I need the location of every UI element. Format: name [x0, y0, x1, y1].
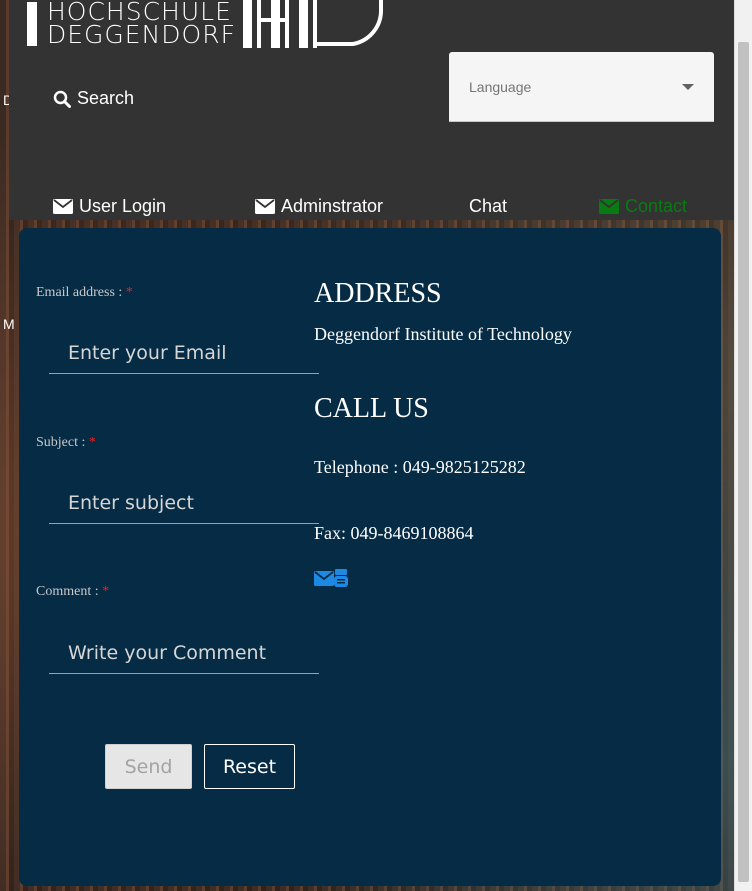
comment-label: Comment : * [36, 584, 109, 600]
dropdown-caret-icon [682, 84, 694, 90]
language-placeholder: Language [469, 79, 532, 95]
email-label: Email address : * [36, 285, 133, 301]
social-links [314, 568, 348, 588]
nav-label: Contact [625, 196, 688, 216]
nav-administrator[interactable]: Adminstrator [255, 196, 383, 217]
send-button[interactable]: Send [105, 744, 192, 789]
envelope-icon [53, 199, 73, 214]
required-marker: * [102, 584, 110, 599]
logo-line-2: DEGGENDORF [47, 20, 236, 49]
address-line: Deggendorf Institute of Technology [314, 324, 572, 344]
youtube-icon[interactable] [334, 568, 348, 588]
envelope-icon[interactable] [314, 570, 334, 586]
nav-contact[interactable]: Contact [599, 196, 687, 217]
page-scrollbar[interactable] [734, 0, 752, 891]
required-marker: * [88, 435, 96, 450]
language-select[interactable]: Language [449, 52, 714, 122]
nav-label: Adminstrator [281, 196, 384, 216]
email-label-text: Email address : [36, 285, 126, 300]
call-us-heading: CALL US [314, 393, 429, 424]
nav-user-login[interactable]: User Login [53, 196, 166, 217]
envelope-icon [255, 199, 275, 214]
reset-button[interactable]: Reset [204, 744, 295, 789]
email-field[interactable] [49, 332, 319, 374]
nav-label: Chat [469, 196, 508, 216]
university-logo[interactable]: HOCHSCHULE DEGGENDORF [27, 0, 387, 48]
contact-panel: Email address : * Subject : * Comment : … [19, 228, 721, 886]
side-text-fragment: M [3, 316, 15, 332]
logo-wordmark: HOCHSCHULE DEGGENDORF [27, 0, 236, 49]
site-header: HOCHSCHULE DEGGENDORF Search Language Us… [9, 0, 734, 220]
subject-field[interactable] [49, 482, 319, 524]
envelope-icon [599, 199, 619, 214]
scrollbar-thumb[interactable] [738, 42, 749, 882]
search-button[interactable]: Search [53, 88, 134, 109]
search-icon [53, 90, 71, 108]
fax-number: Fax: 049-8469108864 [314, 523, 474, 543]
search-label: Search [77, 88, 135, 108]
required-marker: * [125, 285, 133, 300]
logo-mark-icon [243, 0, 383, 48]
telephone-number: Telephone : 049-9825125282 [314, 457, 526, 477]
subject-label: Subject : * [36, 435, 96, 451]
subject-label-text: Subject : [36, 435, 89, 450]
nav-label: User Login [79, 196, 167, 216]
address-heading: ADDRESS [314, 278, 442, 309]
comment-label-text: Comment : [36, 584, 103, 599]
comment-field[interactable] [49, 632, 319, 674]
nav-chat[interactable]: Chat [469, 196, 507, 217]
